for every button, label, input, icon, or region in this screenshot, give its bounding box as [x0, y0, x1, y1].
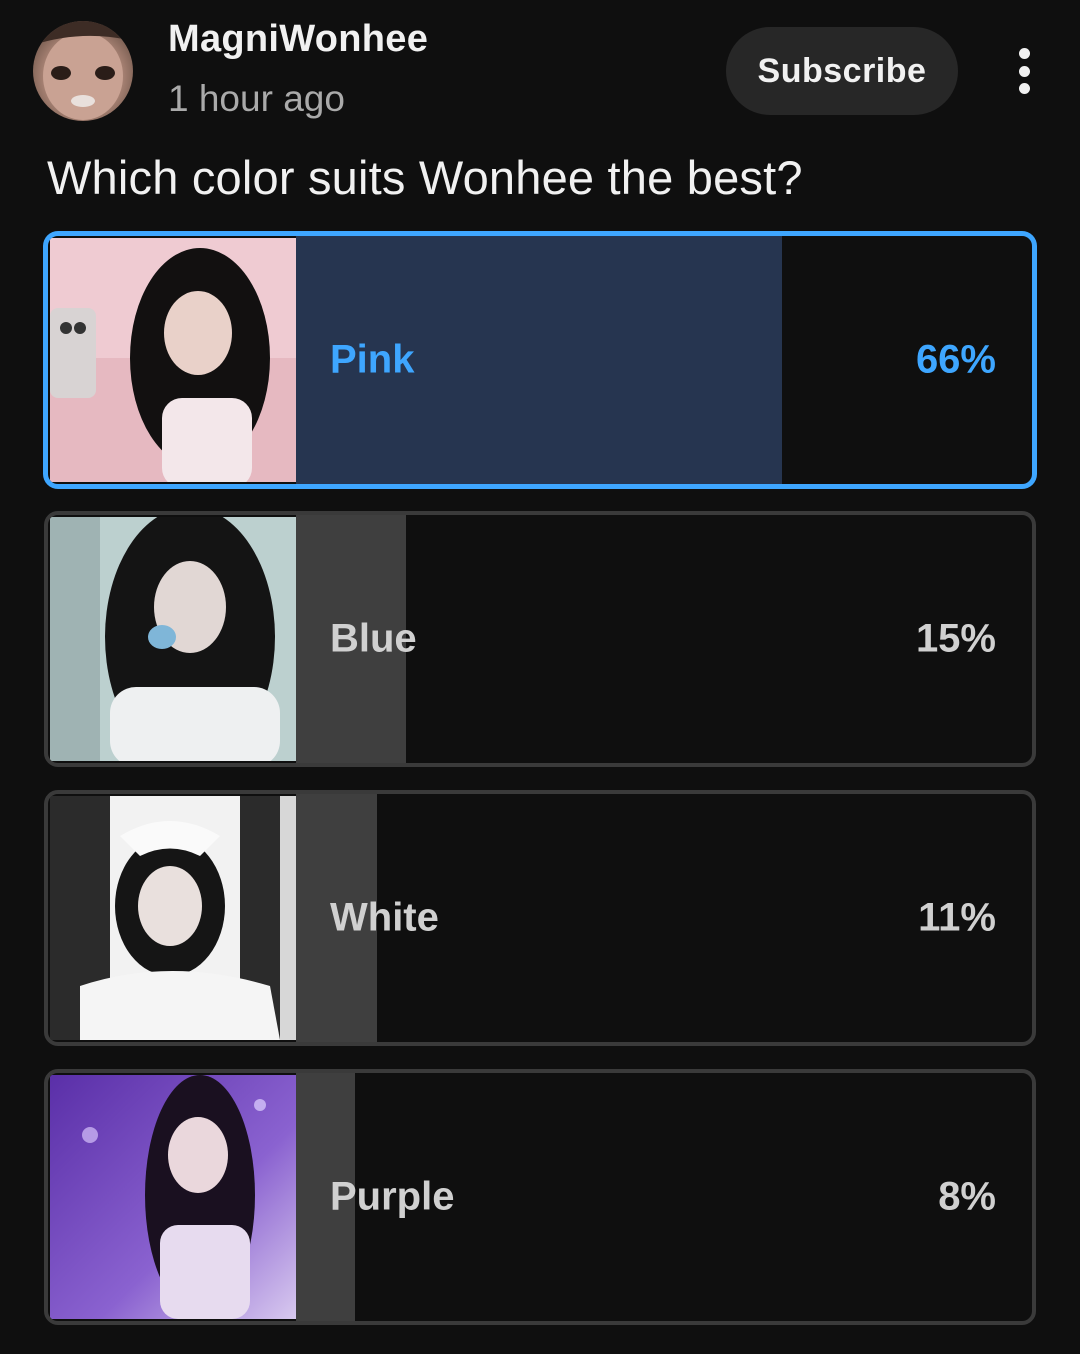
- more-dot: [1018, 48, 1030, 59]
- more-dot: [1018, 83, 1030, 94]
- option-bar: White 11%: [296, 794, 1032, 1042]
- option-bar: Blue 15%: [296, 515, 1032, 763]
- poll-option-white[interactable]: White 11%: [44, 790, 1036, 1046]
- option-thumbnail: [50, 796, 296, 1040]
- avatar-face-image: [33, 21, 133, 120]
- poll-option-purple[interactable]: Purple 8%: [44, 1069, 1036, 1325]
- channel-name[interactable]: MagniWonhee: [168, 18, 428, 61]
- post-timestamp: 1 hour ago: [168, 78, 345, 119]
- option-bar: Pink 66%: [296, 236, 1032, 484]
- post-header: MagniWonhee 1 hour ago Subscribe: [0, 0, 1080, 140]
- option-percent: 66%: [915, 337, 996, 382]
- channel-avatar[interactable]: [33, 21, 133, 121]
- option-percent: 15%: [915, 616, 996, 661]
- poll-option-blue[interactable]: Blue 15%: [44, 511, 1036, 767]
- poll-question: Which color suits Wonhee the best?: [47, 151, 803, 204]
- option-percent: 11%: [918, 895, 996, 940]
- option-label: Pink: [330, 337, 415, 382]
- subscribe-button[interactable]: Subscribe: [726, 27, 958, 115]
- option-label: Blue: [330, 616, 417, 661]
- option-thumbnail: [50, 1075, 296, 1319]
- option-bar: Purple 8%: [296, 1073, 1032, 1321]
- poll-option-pink[interactable]: Pink 66%: [44, 232, 1036, 488]
- option-percent: 8%: [938, 1174, 996, 1219]
- option-thumbnail: [50, 238, 296, 482]
- more-vert-icon[interactable]: [1000, 42, 1048, 100]
- option-label: White: [330, 895, 439, 940]
- more-dot: [1018, 65, 1030, 77]
- option-thumbnail: [50, 517, 296, 761]
- option-label: Purple: [330, 1174, 455, 1219]
